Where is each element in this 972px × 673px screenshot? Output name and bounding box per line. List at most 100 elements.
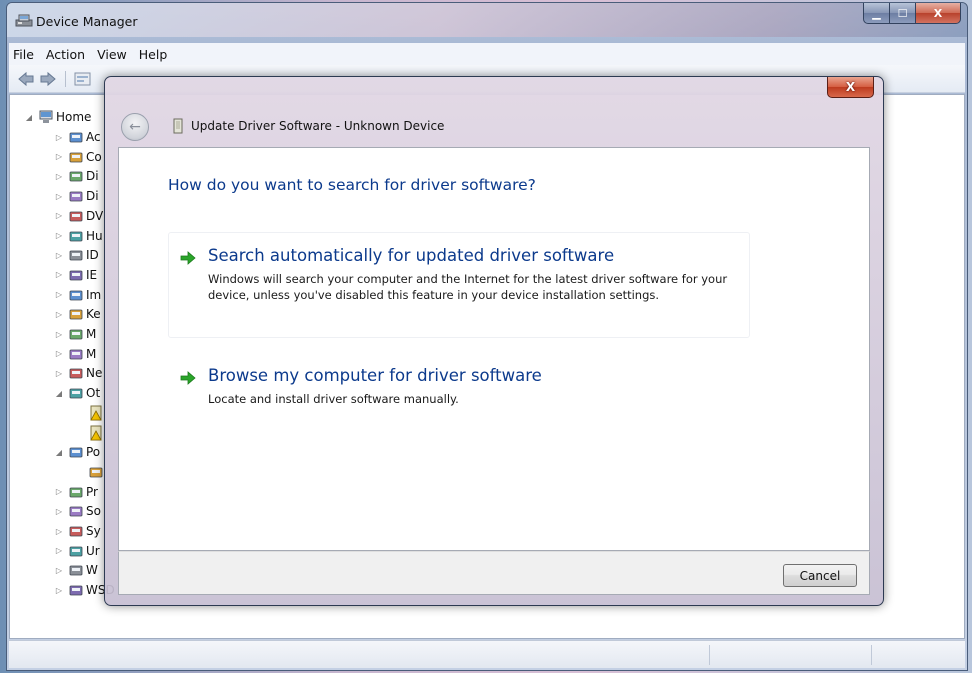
option-description: Windows will search your computer and th… <box>208 272 728 302</box>
expand-icon[interactable]: ▷ <box>54 172 64 181</box>
expand-icon[interactable]: ▷ <box>54 270 64 279</box>
status-separator <box>709 645 710 665</box>
tree-node-label: Hu <box>86 228 103 243</box>
expand-icon[interactable]: ▷ <box>54 487 64 496</box>
close-button[interactable]: X <box>916 3 961 24</box>
audio-inputs-icon <box>69 132 83 143</box>
port-icon <box>89 467 103 478</box>
maximize-icon: ☐ <box>897 6 908 20</box>
title-bar[interactable]: Device Manager ▁ ☐ X <box>7 3 967 37</box>
expand-icon[interactable]: ▷ <box>54 211 64 220</box>
tree-node[interactable]: ▷ Ke <box>54 304 101 324</box>
collapse-icon[interactable]: ◢ <box>54 448 64 457</box>
tree-node-label: So <box>86 504 101 519</box>
tree-node-label: Ac <box>86 130 101 144</box>
expand-icon[interactable]: ▷ <box>54 586 64 595</box>
tree-node[interactable]: ▷ DV <box>54 206 103 226</box>
collapse-icon[interactable]: ◢ <box>24 113 34 122</box>
expand-icon[interactable]: ▷ <box>54 251 64 260</box>
unknown-device-icon <box>90 405 102 421</box>
tree-node[interactable] <box>74 423 106 443</box>
imaging-devices-icon <box>69 290 83 300</box>
browse-computer-option[interactable]: Browse my computer for driver software L… <box>168 352 750 414</box>
minimize-button[interactable]: ▁ <box>863 3 890 24</box>
expand-icon[interactable]: ▷ <box>54 369 64 378</box>
wsd-icon <box>69 565 83 576</box>
tree-node[interactable]: ▷ Im <box>54 285 101 305</box>
tree-node-label: Di <box>86 189 99 204</box>
menu-action[interactable]: Action <box>40 47 91 62</box>
tree-node-label: Sy <box>86 524 101 538</box>
expand-icon[interactable]: ▷ <box>54 546 64 555</box>
tree-node-label: Ur <box>86 543 100 558</box>
expand-icon[interactable]: ▷ <box>54 527 64 536</box>
expand-icon[interactable]: ▷ <box>54 566 64 575</box>
unknown-device-icon <box>90 425 102 440</box>
tree-node[interactable]: ◢ Ot <box>54 383 100 403</box>
expand-icon[interactable]: ▷ <box>54 310 64 319</box>
tree-node[interactable]: ▷ Di <box>54 166 99 186</box>
tree-node-label: Ot <box>86 386 101 401</box>
maximize-button[interactable]: ☐ <box>890 3 916 24</box>
computer-icon <box>69 152 83 163</box>
tree-node-label: Di <box>86 169 99 184</box>
tree-node[interactable]: ▷ Ur <box>54 541 100 561</box>
menu-file[interactable]: File <box>9 47 40 62</box>
tree-node-label: Im <box>86 287 102 302</box>
expand-icon[interactable]: ▷ <box>54 192 64 201</box>
tree-node-label: Ke <box>86 307 101 322</box>
hid-icon <box>69 231 83 241</box>
dialog-question: How do you want to search for driver sof… <box>168 176 536 194</box>
expand-icon[interactable]: ▷ <box>54 133 64 142</box>
disk-drives-icon <box>69 171 83 182</box>
expand-icon[interactable]: ▷ <box>54 507 64 516</box>
tree-node-label: M <box>86 346 97 361</box>
back-arrow-icon[interactable] <box>17 70 35 88</box>
tree-node[interactable]: ▷ Co <box>54 147 102 167</box>
tree-node[interactable]: ▷ M <box>54 344 96 364</box>
forward-arrow-icon[interactable] <box>39 70 57 88</box>
back-button[interactable]: ← <box>121 113 149 141</box>
cancel-button[interactable]: Cancel <box>783 564 857 587</box>
menu-view[interactable]: View <box>91 47 133 62</box>
device-icon <box>173 118 183 134</box>
search-automatically-option[interactable]: Search automatically for updated driver … <box>168 232 750 338</box>
expand-icon[interactable]: ▷ <box>54 330 64 339</box>
tree-node[interactable] <box>74 403 106 423</box>
properties-icon[interactable] <box>73 70 93 88</box>
close-icon: X <box>933 6 943 20</box>
expand-icon[interactable]: ▷ <box>54 290 64 299</box>
tree-node[interactable]: ▷ W <box>54 560 98 580</box>
collapse-icon[interactable]: ◢ <box>54 389 64 398</box>
tree-node[interactable]: ▷ So <box>54 501 101 521</box>
tree-node[interactable]: ▷ Di <box>54 186 99 206</box>
tree-node[interactable] <box>74 462 106 482</box>
expand-icon[interactable]: ▷ <box>54 231 64 240</box>
status-bar <box>9 640 965 668</box>
tree-node[interactable]: ▷ Hu <box>54 226 103 246</box>
option-description: Locate and install driver software manua… <box>208 392 459 406</box>
menu-help[interactable]: Help <box>133 47 174 62</box>
tree-node[interactable]: ▷ Ac <box>54 127 101 147</box>
tree-node[interactable]: ▷ IE <box>54 265 97 285</box>
tree-node-label: M <box>86 327 97 341</box>
window-controls: ▁ ☐ X <box>863 3 961 25</box>
tree-node-label: Po <box>86 445 101 460</box>
tree-root[interactable]: ◢ Home <box>24 109 92 125</box>
tree-root-label: Home <box>56 110 92 124</box>
dialog-header: ← Update Driver Software - Unknown Devic… <box>111 107 877 145</box>
option-title: Search automatically for updated driver … <box>208 246 615 265</box>
tree-node[interactable]: ◢ Po <box>54 442 100 462</box>
tree-node[interactable]: ▷ Pr <box>54 482 98 502</box>
tree-node[interactable]: ▷ M <box>54 324 96 344</box>
expand-icon[interactable]: ▷ <box>54 349 64 358</box>
tree-node[interactable]: ▷ ID <box>54 245 99 265</box>
expand-icon[interactable]: ▷ <box>54 152 64 161</box>
dialog-close-button[interactable]: X <box>827 77 874 98</box>
ide-controller-icon <box>69 250 83 261</box>
tree-node[interactable]: ▷ Sy <box>54 521 101 541</box>
tree-node[interactable]: ▷ Ne <box>54 363 102 383</box>
toolbar-separator <box>65 71 66 87</box>
dvd-drive-icon <box>69 211 83 222</box>
usb-controller-icon <box>69 546 83 557</box>
